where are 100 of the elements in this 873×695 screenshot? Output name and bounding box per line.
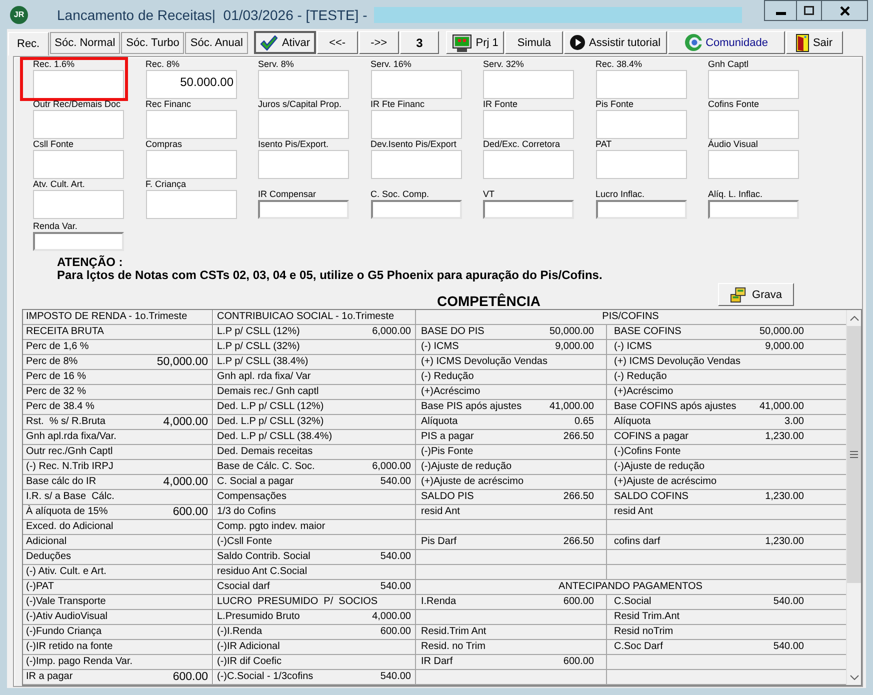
tab[interactable]: Sóc. Anual — [185, 32, 248, 54]
field-label: Serv. 32% — [483, 59, 525, 70]
input-field[interactable] — [258, 150, 349, 179]
input-field[interactable] — [370, 200, 462, 219]
row-label: Base PIS após ajustes — [421, 401, 522, 413]
input-field[interactable]: 50.000.00 — [146, 70, 236, 99]
boxes-icon — [730, 286, 748, 303]
field-label: Pis Fonte — [596, 99, 635, 110]
input-field[interactable] — [370, 150, 462, 179]
maximize-button[interactable] — [796, 0, 822, 21]
input-field[interactable] — [708, 200, 799, 219]
close-button[interactable] — [821, 0, 868, 21]
field-label: Ded/Exc. Corretora — [483, 139, 562, 150]
row-label: (-)Cofins Fonte — [614, 446, 681, 458]
field-label: Juros s/Capital Prop. — [258, 99, 343, 110]
input-field[interactable] — [146, 110, 236, 139]
field-label: C. Soc. Comp. — [370, 189, 430, 200]
amount: 41,000.00 — [760, 401, 804, 413]
page-counter[interactable]: 3 — [400, 31, 439, 54]
field-label: Serv. 16% — [370, 59, 412, 70]
row-label: SALDO PIS — [421, 491, 474, 503]
scroll-thumb[interactable] — [847, 326, 861, 583]
toolbar-button[interactable]: Ativar — [254, 31, 316, 54]
row-label: Perc de 8% — [26, 356, 78, 368]
input-field[interactable] — [258, 110, 349, 139]
tab[interactable]: Sóc. Turbo — [121, 32, 184, 54]
vertical-scrollbar[interactable] — [846, 310, 861, 685]
field-label: Dev.Isento Pis/Export — [370, 139, 458, 150]
input-field[interactable] — [483, 200, 574, 219]
row-label: (-) Rec. N.Trib IRPJ — [26, 461, 114, 473]
amount: 6,000.00 — [372, 461, 411, 473]
toolbar-button[interactable]: <<- — [317, 31, 358, 54]
row-label: LUCRO PRESUMIDO P/ SOCIOS — [217, 596, 378, 608]
input-field[interactable] — [33, 70, 124, 99]
input-field[interactable] — [708, 70, 799, 99]
input-field[interactable] — [708, 110, 799, 139]
tab[interactable]: Rec. — [8, 32, 49, 56]
row-label: Pis Darf — [421, 536, 457, 548]
chevron-up-icon — [850, 316, 858, 320]
row-label: Ded. L.P p/ CSLL (38.4%) — [217, 431, 332, 443]
row-label: (-)I.Renda — [217, 626, 262, 638]
toolbar-button[interactable]: Assistir tutorial — [564, 31, 667, 54]
amount: 600.00 — [172, 671, 208, 683]
amount: 50,000.00 — [550, 326, 594, 338]
toolbar-button[interactable]: Prj 1 — [446, 31, 504, 54]
row-label: (-)IR dif Coefic — [217, 656, 282, 668]
input-field[interactable] — [370, 110, 462, 139]
row-label: L.P p/ CSLL (12%) — [217, 326, 300, 338]
input-field[interactable] — [596, 110, 686, 139]
row-label: Csocial darf — [217, 581, 270, 593]
input-field[interactable] — [258, 70, 349, 99]
row-label: Resid. no Trim — [421, 641, 486, 653]
row-label: (-)IR retido na fonte — [26, 641, 113, 653]
minimize-button[interactable] — [764, 0, 797, 21]
tab[interactable]: Sóc. Normal — [50, 32, 120, 54]
input-field[interactable] — [596, 200, 686, 219]
field-label: Serv. 8% — [258, 59, 295, 70]
row-label: IR a pagar — [26, 671, 73, 683]
toolbar-button[interactable]: Sair — [786, 31, 843, 54]
field-label: Csll Fonte — [33, 139, 75, 150]
play-icon — [570, 35, 586, 50]
toolbar-button[interactable]: ->> — [358, 31, 400, 54]
ring-icon — [684, 34, 702, 51]
field-label: Atv. Cult. Art. — [33, 179, 86, 190]
row-label: COFINS a pagar — [614, 431, 688, 443]
toolbar-button[interactable]: Simula — [505, 31, 564, 54]
field-label: Rec. 1.6% — [33, 59, 76, 70]
amount: 41,000.00 — [550, 401, 594, 413]
monitor-icon — [452, 34, 472, 52]
input-field[interactable] — [146, 190, 236, 219]
input-field[interactable] — [33, 190, 124, 219]
minimize-icon — [776, 12, 786, 14]
input-field[interactable] — [708, 150, 799, 179]
maximize-icon — [804, 6, 814, 15]
input-field[interactable] — [370, 70, 462, 99]
row-label: BASE DO PIS — [421, 326, 484, 338]
input-field[interactable] — [596, 150, 686, 179]
save-button[interactable]: Grava — [718, 283, 794, 306]
input-field[interactable] — [483, 150, 574, 179]
row-label: Perc de 38.4 % — [26, 401, 94, 413]
input-field[interactable] — [146, 150, 236, 179]
input-field[interactable] — [483, 110, 574, 139]
input-field[interactable] — [33, 110, 124, 139]
row-label: (+)Acréscimo — [614, 386, 674, 398]
input-field[interactable] — [258, 200, 349, 219]
input-field[interactable] — [33, 232, 124, 251]
field-label: Lucro Inflac. — [596, 189, 646, 200]
row-label: Deduções — [26, 551, 72, 563]
input-field[interactable] — [596, 70, 686, 99]
input-field[interactable] — [33, 150, 124, 179]
input-field[interactable] — [483, 70, 574, 99]
amount: 600.00 — [563, 656, 594, 668]
row-label: Gnh apl.rda fixa/Var. — [26, 431, 116, 443]
row-label: (-) ICMS — [614, 341, 652, 353]
row-label: BASE COFINS — [614, 326, 682, 338]
amount: 1,230.00 — [765, 536, 804, 548]
row-label: Resid.Trim Ant — [421, 626, 486, 638]
amount: 4,000.00 — [163, 476, 208, 488]
toolbar-button[interactable]: Comunidade — [668, 31, 785, 54]
row-label: Exced. do Adicional — [26, 521, 114, 533]
